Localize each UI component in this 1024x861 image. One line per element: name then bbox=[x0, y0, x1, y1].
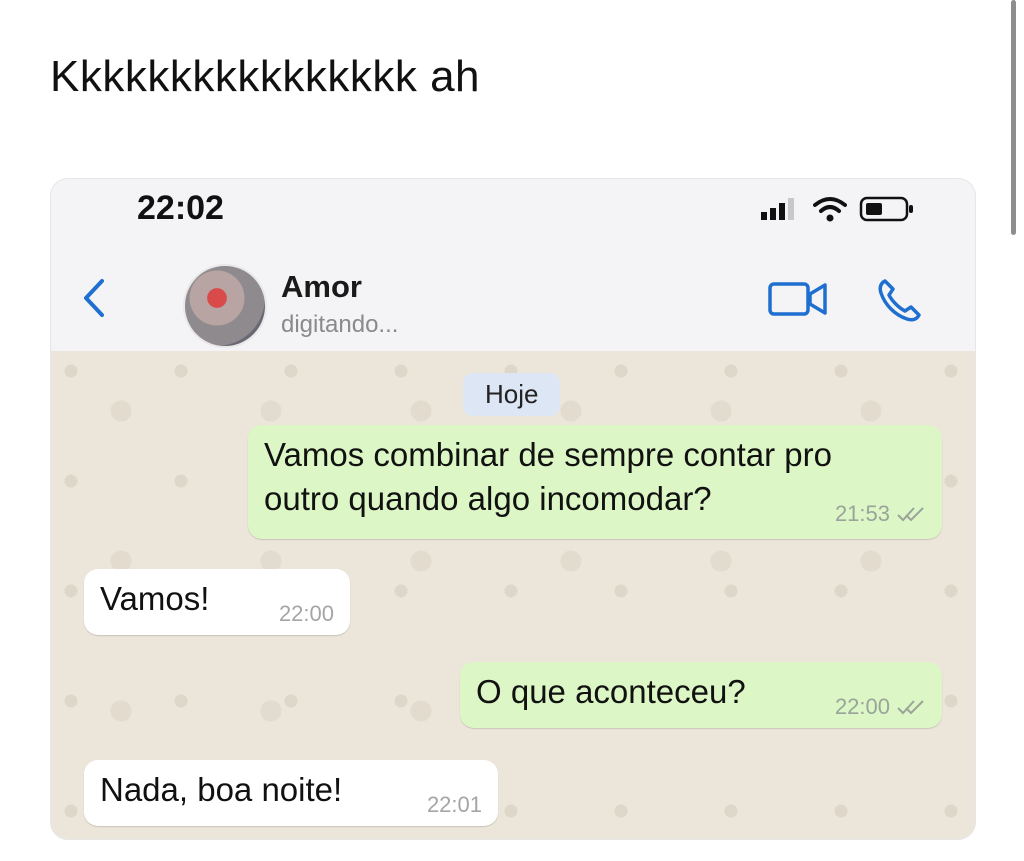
incoming-message[interactable]: Nada, boa noite! 22:01 bbox=[84, 760, 498, 826]
wifi-icon bbox=[813, 197, 847, 222]
message-time: 22:00 bbox=[834, 694, 890, 719]
post-caption: Kkkkkkkkkkkkkkkk ah bbox=[50, 52, 481, 101]
message-meta: 22:00 bbox=[279, 601, 334, 627]
message-text: Nada, boa noite! bbox=[100, 771, 343, 808]
contact-avatar[interactable] bbox=[183, 264, 267, 348]
message-time: 22:01 bbox=[426, 792, 482, 817]
date-chip: Hoje bbox=[463, 373, 561, 416]
battery-icon bbox=[859, 196, 913, 222]
status-icons bbox=[761, 195, 915, 223]
chat-header: Amor digitando... bbox=[51, 249, 975, 352]
video-call-icon bbox=[768, 282, 827, 316]
message-meta: 21:53 bbox=[835, 501, 926, 527]
back-button[interactable] bbox=[75, 273, 111, 323]
message-meta: 22:00 bbox=[835, 694, 926, 720]
outgoing-message[interactable]: O que aconteceu? 22:00 bbox=[460, 662, 942, 728]
message-time: 21:53 bbox=[834, 501, 890, 526]
read-receipt-icon bbox=[897, 700, 924, 715]
outgoing-message[interactable]: Vamos combinar de sempre contar pro outr… bbox=[248, 425, 942, 539]
voice-call-button[interactable] bbox=[875, 277, 923, 325]
message-text: Vamos! bbox=[100, 580, 210, 617]
incoming-message[interactable]: Vamos! 22:00 bbox=[84, 569, 350, 635]
status-time: 22:02 bbox=[137, 189, 224, 227]
message-text: O que aconteceu? bbox=[476, 673, 746, 710]
chat-screenshot: 22:02 Amor digitando... Hoje Vamos combi… bbox=[50, 178, 976, 840]
contact-name[interactable]: Amor bbox=[281, 269, 362, 305]
page-scrollbar[interactable] bbox=[1011, 0, 1016, 235]
status-bar: 22:02 bbox=[51, 179, 975, 249]
chevron-left-icon bbox=[84, 279, 104, 317]
message-text: Vamos combinar de sempre contar pro bbox=[264, 436, 832, 473]
read-receipt-icon bbox=[897, 507, 924, 522]
signal-icon bbox=[761, 198, 794, 220]
message-meta: 22:01 bbox=[427, 792, 482, 818]
typing-status: digitando... bbox=[281, 311, 399, 338]
message-text: outro quando algo incomodar? bbox=[264, 480, 712, 517]
video-call-button[interactable] bbox=[767, 279, 831, 319]
message-time: 22:00 bbox=[278, 601, 334, 626]
phone-icon bbox=[878, 279, 921, 322]
